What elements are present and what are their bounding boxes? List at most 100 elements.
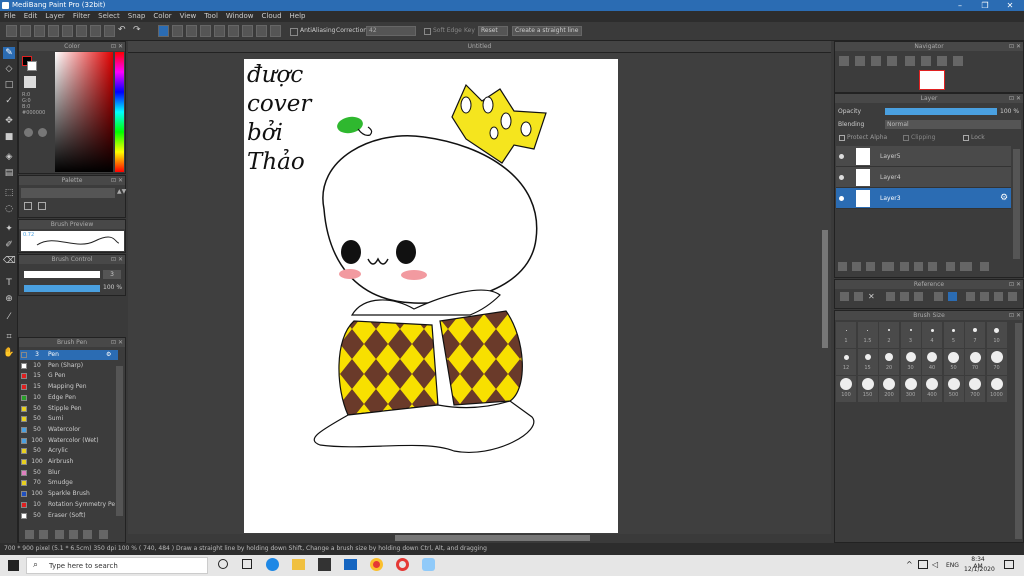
zoom-out-icon[interactable] — [855, 56, 865, 66]
tray-chevron-icon[interactable]: ^ — [906, 560, 913, 569]
menu-layer[interactable]: Layer — [41, 11, 69, 22]
brush-item[interactable]: 50 Sumi — [20, 414, 118, 424]
opera-icon[interactable] — [396, 558, 409, 571]
actual-size-icon[interactable] — [887, 56, 897, 66]
mail-icon[interactable] — [344, 559, 357, 570]
reference-menu-icon[interactable] — [1008, 292, 1017, 301]
medibang-taskbar-icon[interactable] — [422, 558, 435, 571]
brush-item[interactable]: 70 Smudge — [20, 478, 118, 488]
reset-button[interactable]: Reset — [478, 26, 508, 36]
close-icon[interactable]: ✕ — [1000, 0, 1020, 11]
lasso-tool-icon[interactable]: ◌ — [3, 203, 15, 215]
undo-icon[interactable]: ↶ — [118, 25, 129, 37]
snap-curve-icon[interactable] — [256, 25, 267, 37]
layer-delete-icon[interactable] — [980, 262, 989, 271]
brush-size-option[interactable]: 15 — [857, 349, 878, 375]
straight-line-button[interactable]: Create a straight line — [512, 26, 582, 36]
menu-tool[interactable]: Tool — [200, 11, 222, 22]
brush-size-option[interactable]: 50 — [943, 349, 964, 375]
layer-row[interactable]: Layer4 — [836, 167, 1011, 188]
color-wheel-icon[interactable] — [24, 128, 33, 137]
palette-delete-icon[interactable] — [38, 202, 46, 210]
brush-item[interactable]: 50 Watercolor — [20, 425, 118, 435]
brush-size-option[interactable]: 70 — [965, 349, 985, 375]
layer-new-1bit-icon[interactable] — [866, 262, 875, 271]
panel-close-icon[interactable]: ⊡ ✕ — [1009, 42, 1021, 51]
reference-flip-icon[interactable] — [980, 292, 989, 301]
cloud-icon[interactable] — [48, 25, 59, 37]
reference-close-icon[interactable]: ✕ — [868, 292, 877, 301]
layer-row[interactable]: Layer5 — [836, 146, 1011, 167]
brush-import-icon[interactable] — [55, 530, 64, 539]
layer-new-icon[interactable] — [838, 262, 847, 271]
brush-size-option[interactable]: 500 — [943, 376, 964, 402]
zoom-in-icon[interactable] — [839, 56, 849, 66]
bucket-tool-icon[interactable]: ◈ — [3, 151, 15, 163]
antialias-checkbox[interactable] — [290, 28, 298, 36]
brush-add-icon[interactable] — [25, 530, 34, 539]
navigator-menu-icon[interactable] — [953, 56, 963, 66]
brush-item[interactable]: 100 Airbrush — [20, 457, 118, 467]
snap-settings-icon[interactable] — [270, 25, 281, 37]
menu-cloud[interactable]: Cloud — [258, 11, 286, 22]
notification-icon[interactable] — [1004, 560, 1014, 569]
menu-filter[interactable]: Filter — [69, 11, 94, 22]
snap-parallel-icon[interactable] — [172, 25, 183, 37]
panel-close-icon[interactable]: ⊡ ✕ — [111, 255, 123, 264]
panel-close-icon[interactable]: ⊡ ✕ — [1009, 94, 1021, 103]
brush-size-scrollbar[interactable] — [1015, 323, 1022, 539]
layer-opacity-slider[interactable] — [885, 108, 997, 115]
brush-size-option[interactable]: 10 — [986, 322, 1007, 348]
brush-size-option[interactable]: 12 — [836, 349, 856, 375]
menu-help[interactable]: Help — [286, 11, 310, 22]
menu-color[interactable]: Color — [149, 11, 175, 22]
reference-hand-icon[interactable] — [948, 292, 957, 301]
grid-icon[interactable] — [62, 25, 73, 37]
panel-close-icon[interactable]: ⊡ ✕ — [1009, 311, 1021, 320]
layer-list-scrollbar[interactable] — [1013, 149, 1020, 259]
panel-close-icon[interactable]: ⊡ ✕ — [1009, 280, 1021, 289]
clock-date[interactable]: 12/1/2020 — [964, 566, 995, 573]
gear-icon[interactable]: ⚙ — [1000, 188, 1008, 209]
store-icon[interactable] — [318, 558, 331, 571]
eye-icon[interactable] — [839, 154, 844, 159]
redo-icon[interactable]: ↷ — [133, 25, 144, 37]
navigator-thumbnail[interactable] — [919, 70, 945, 90]
brush-size-value[interactable]: 3 — [103, 270, 121, 279]
maximize-icon[interactable]: ❐ — [975, 0, 995, 11]
battery-icon[interactable] — [918, 560, 928, 569]
eye-icon[interactable] — [839, 175, 844, 180]
text-icon[interactable] — [104, 25, 115, 37]
new-icon[interactable] — [6, 25, 17, 37]
taskbar-search-box[interactable]: ⌕ Type here to search — [26, 557, 208, 574]
flip-icon[interactable] — [921, 56, 931, 66]
brush-item[interactable]: 10 Pen (Sharp) — [20, 361, 118, 371]
reference-fit-icon[interactable] — [900, 292, 909, 301]
snap-perspective-icon[interactable] — [242, 25, 253, 37]
reference-eyedropper-icon[interactable] — [934, 292, 943, 301]
file-explorer-icon[interactable] — [292, 559, 305, 570]
canvas-vscrollbar[interactable] — [822, 230, 828, 348]
brush-size-option[interactable]: 4 — [922, 322, 942, 348]
palette-new-icon[interactable] — [24, 202, 32, 210]
reference-zoom-in-icon[interactable] — [886, 292, 895, 301]
snap-star-icon[interactable] — [214, 25, 225, 37]
reference-rotate-icon[interactable] — [966, 292, 975, 301]
layer-new-menu-icon[interactable] — [882, 262, 894, 271]
brush-item[interactable]: 50 Blur — [20, 468, 118, 478]
brush-item[interactable]: 100 Sparkle Brush — [20, 489, 118, 499]
brush-settings-icon[interactable] — [39, 530, 48, 539]
clipping-checkbox[interactable] — [903, 135, 909, 141]
brush-size-option[interactable]: 1 — [836, 322, 856, 348]
brush-item[interactable]: 10 Rotation Symmetry Pe — [20, 500, 118, 510]
menu-snap[interactable]: Snap — [124, 11, 150, 22]
color-saturation-field[interactable] — [55, 52, 113, 172]
magic-wand-tool-icon[interactable]: ✦ — [3, 223, 15, 235]
brush-item[interactable]: 100 Watercolor (Wet) — [20, 436, 118, 446]
transparent-swatch[interactable] — [24, 76, 36, 88]
brush-size-option[interactable]: 300 — [900, 376, 921, 402]
brush-size-option[interactable]: 100 — [836, 376, 856, 402]
select-eraser-tool-icon[interactable]: ⌫ — [3, 255, 16, 267]
brush-item[interactable]: 10 Edge Pen — [20, 393, 118, 403]
minimize-icon[interactable]: – — [950, 0, 970, 11]
